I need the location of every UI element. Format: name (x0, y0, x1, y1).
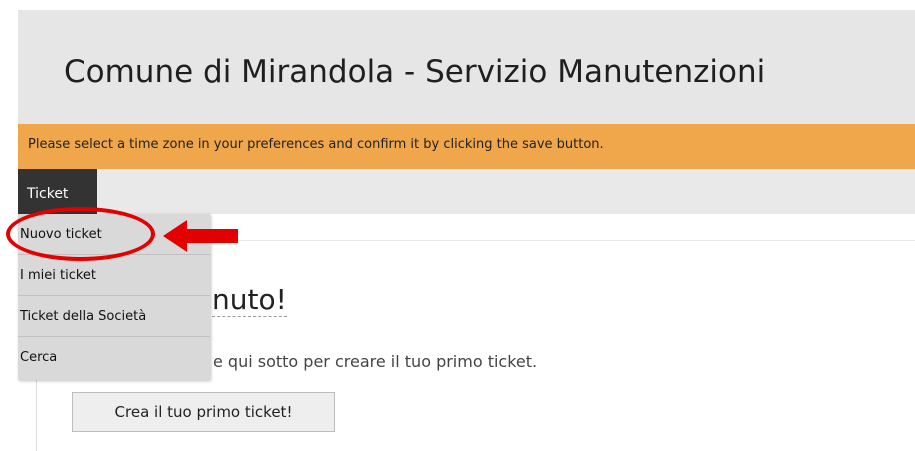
menu-item-search[interactable]: Cerca (18, 337, 210, 378)
welcome-heading: nuto! (212, 283, 287, 317)
menu-item-company-tickets[interactable]: Ticket della Società (18, 296, 210, 337)
create-first-ticket-button[interactable]: Crea il tuo primo ticket! (72, 392, 335, 432)
page-title: Comune di Mirandola - Servizio Manutenzi… (64, 54, 766, 90)
page-header: Comune di Mirandola - Servizio Manutenzi… (18, 10, 915, 131)
nav-bar: Ticket (18, 169, 915, 214)
highlight-circle-annotation (6, 207, 155, 261)
timezone-notice-bar: Please select a time zone in your prefer… (18, 124, 915, 169)
menu-item-my-tickets[interactable]: I miei ticket (18, 255, 210, 296)
welcome-subtext: e qui sotto per creare il tuo primo tick… (213, 352, 538, 371)
timezone-notice-text: Please select a time zone in your prefer… (28, 137, 604, 152)
pointer-arrow-annotation (163, 220, 238, 252)
